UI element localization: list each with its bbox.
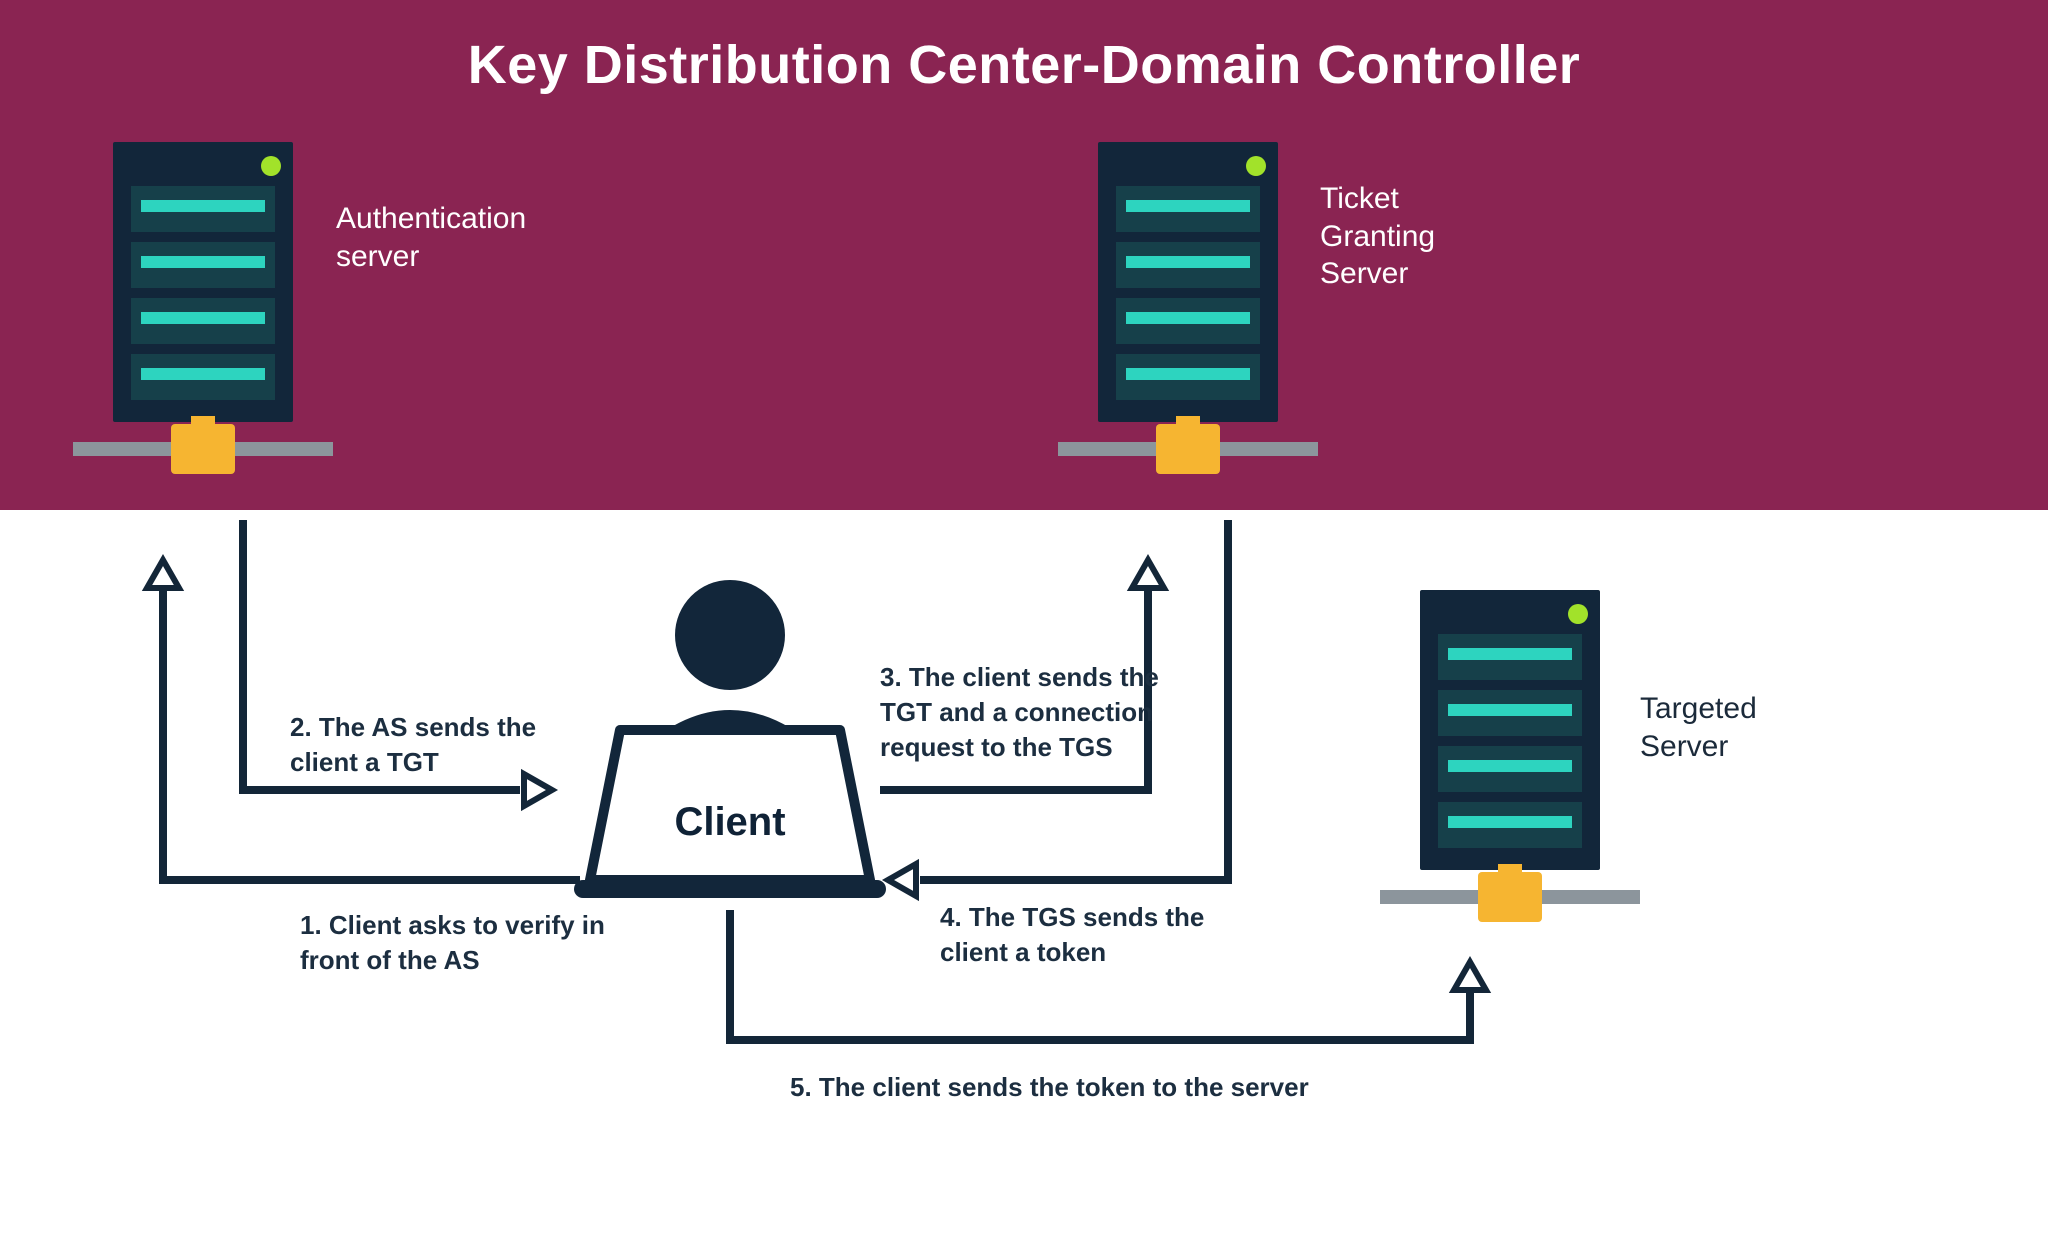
step-3-text: 3. The client sends the TGT and a connec…: [880, 660, 1200, 765]
step-4-text: 4. The TGS sends the client a token: [940, 900, 1230, 970]
step-1-text: 1. Client asks to verify in front of the…: [300, 908, 620, 978]
client-label: Client: [620, 800, 840, 845]
step-5-text: 5. The client sends the token to the ser…: [790, 1070, 1390, 1105]
step-2-text: 2. The AS sends the client a TGT: [290, 710, 580, 780]
tgs-label: Ticket Granting Server: [1320, 180, 1520, 293]
auth-server-label: Authentication server: [336, 200, 596, 275]
targeted-server-label: Targeted Server: [1640, 690, 1840, 765]
client-icon: [574, 580, 886, 898]
targeted-server-icon: [1380, 590, 1640, 922]
diagram-title: Key Distribution Center-Domain Controlle…: [0, 34, 2048, 96]
